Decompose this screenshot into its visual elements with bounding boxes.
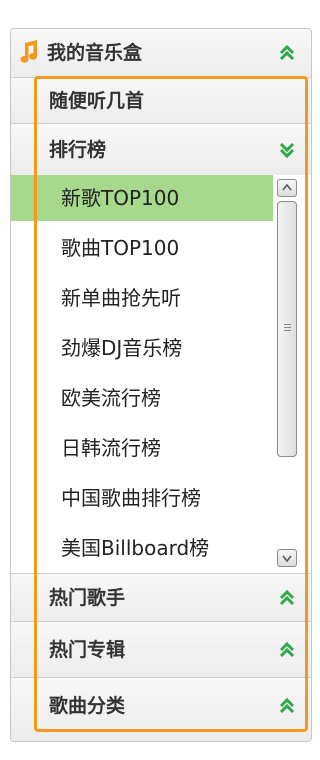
scroll-grip — [284, 324, 291, 325]
section-charts[interactable]: 排行榜 — [11, 123, 311, 175]
section-hot-singers[interactable]: 热门歌手 — [11, 573, 311, 621]
music-box-panel: 我的音乐盒 随便听几首 排行榜 新歌TOP100 歌曲TOP100 新单曲抢先听… — [10, 28, 312, 742]
scroll-grip — [284, 327, 291, 328]
chart-list: 新歌TOP100 歌曲TOP100 新单曲抢先听 劲爆DJ音乐榜 欧美流行榜 日… — [11, 175, 311, 573]
chevron-double-up-icon[interactable] — [277, 640, 297, 660]
list-item-label: 美国Billboard榜 — [61, 536, 210, 560]
list-item-label: 歌曲TOP100 — [61, 236, 180, 260]
section-categories[interactable]: 歌曲分类 — [11, 677, 311, 741]
scroll-up-button[interactable] — [277, 179, 297, 197]
chevron-double-up-icon[interactable] — [277, 588, 297, 608]
list-scrollbar[interactable] — [275, 179, 299, 569]
music-box-header[interactable]: 我的音乐盒 — [11, 29, 311, 77]
list-item-label: 欧美流行榜 — [61, 386, 161, 410]
section-hot-albums-label: 热门专辑 — [49, 639, 126, 661]
list-item-chart[interactable]: 中国歌曲排行榜 — [11, 475, 273, 521]
list-item-chart[interactable]: 欧美流行榜 — [11, 375, 273, 421]
list-item-chart[interactable]: 歌曲TOP100 — [11, 225, 273, 271]
list-item-chart[interactable]: 新歌TOP100 — [11, 175, 273, 221]
music-box-title: 我的音乐盒 — [47, 42, 143, 64]
list-item-chart[interactable]: 新单曲抢先听 — [11, 275, 273, 321]
section-hot-albums[interactable]: 热门专辑 — [11, 621, 311, 677]
list-item-label: 劲爆DJ音乐榜 — [61, 336, 183, 360]
scroll-thumb[interactable] — [277, 201, 297, 457]
caret-down-icon — [282, 555, 292, 563]
chevron-double-up-icon[interactable] — [277, 696, 297, 716]
music-note-icon — [20, 40, 38, 63]
list-item-label: 新单曲抢先听 — [61, 286, 181, 310]
list-item-chart[interactable]: 美国Billboard榜 — [11, 525, 273, 571]
section-random-label: 随便听几首 — [49, 90, 145, 112]
list-item-label: 中国歌曲排行榜 — [61, 486, 201, 510]
list-item-label: 新歌TOP100 — [61, 186, 180, 210]
section-charts-label: 排行榜 — [49, 139, 107, 161]
section-random[interactable]: 随便听几首 — [11, 77, 311, 123]
list-item-chart[interactable]: 日韩流行榜 — [11, 425, 273, 471]
scroll-down-button[interactable] — [277, 549, 297, 567]
section-categories-label: 歌曲分类 — [49, 695, 126, 717]
list-item-label: 日韩流行榜 — [61, 436, 161, 460]
scroll-grip — [284, 330, 291, 331]
caret-up-icon — [282, 183, 292, 191]
list-item-chart[interactable]: 劲爆DJ音乐榜 — [11, 325, 273, 371]
chevron-double-down-icon[interactable] — [277, 140, 297, 160]
section-hot-singers-label: 热门歌手 — [49, 587, 126, 609]
chevron-double-up-icon[interactable] — [277, 43, 297, 63]
